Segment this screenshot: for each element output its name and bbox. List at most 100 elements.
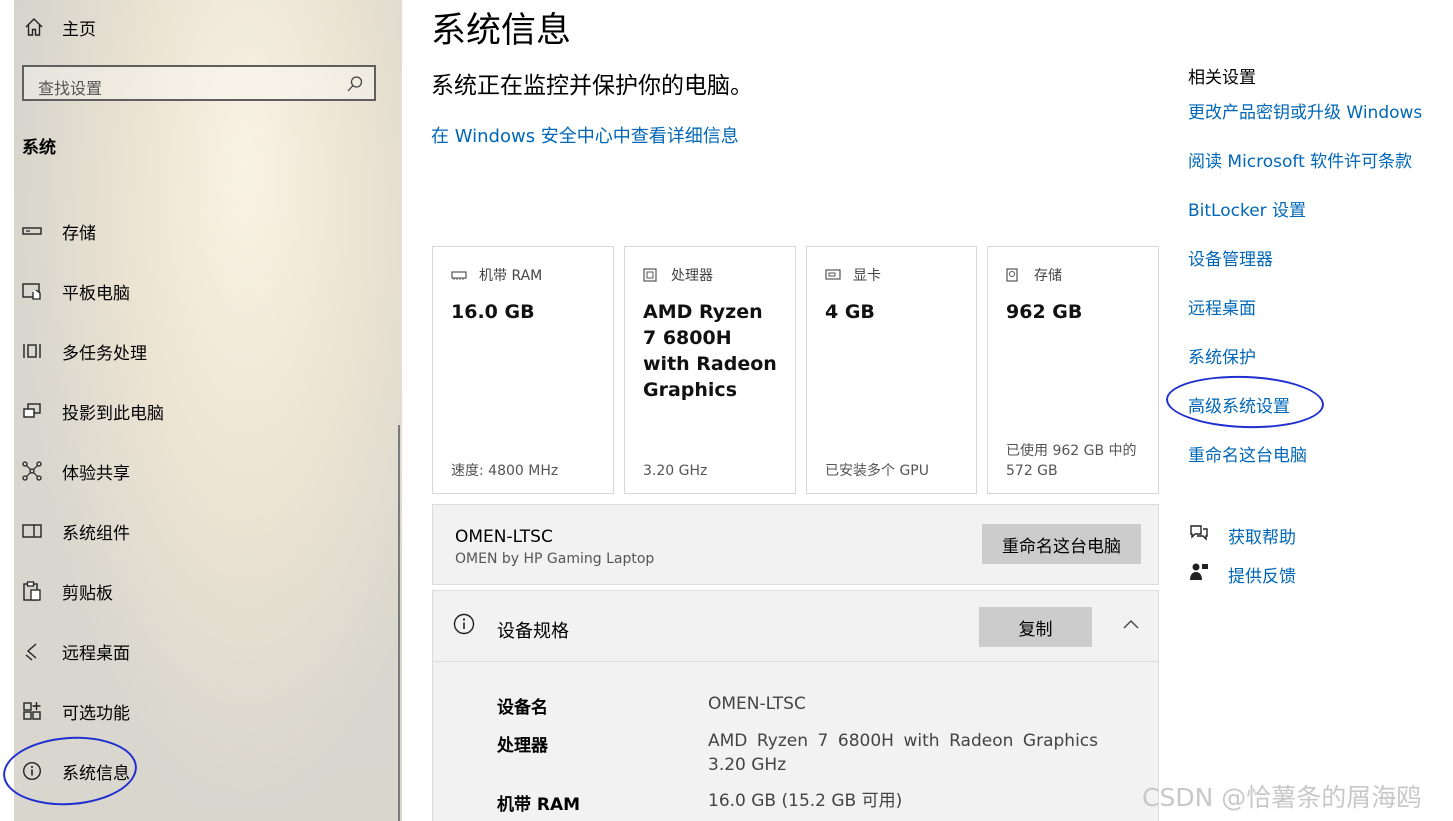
spec-value: OMEN-LTSC: [708, 694, 806, 714]
card-value: 16.0 GB: [451, 301, 535, 323]
card-label: 处理器: [671, 268, 713, 284]
card-header: 显卡: [825, 265, 881, 285]
device-model: OMEN by HP Gaming Laptop: [455, 551, 655, 567]
sidebar-item-about[interactable]: 系统信息: [20, 755, 380, 787]
card-value: 962 GB: [1006, 301, 1083, 323]
processor-card: 处理器 AMD Ryzen 7 6800H with Radeon Graphi…: [624, 246, 796, 494]
storage-card: 存储 962 GB 已使用 962 GB 中的 572 GB: [987, 246, 1159, 494]
chevron-up-icon[interactable]: [1122, 615, 1140, 634]
device-name-panel: OMEN-LTSC OMEN by HP Gaming Laptop 重命名这台…: [432, 504, 1159, 585]
sidebar-item-label: 远程桌面: [62, 643, 130, 664]
card-footer: 已安装多个 GPU: [825, 463, 929, 479]
sidebar-item-multitasking[interactable]: 多任务处理: [20, 335, 380, 367]
card-label: 存储: [1034, 268, 1062, 284]
card-label: 机带 RAM: [479, 268, 543, 284]
gpu-icon: [825, 269, 843, 281]
spec-key: 处理器: [497, 736, 548, 756]
sidebar-item-label: 系统组件: [62, 523, 130, 544]
ram-icon: [451, 269, 469, 281]
card-header: 处理器: [643, 265, 713, 285]
bitlocker-link[interactable]: BitLocker 设置: [1188, 196, 1306, 221]
card-header: 机带 RAM: [451, 265, 542, 285]
clipboard-icon: [20, 579, 44, 603]
device-specs-title: 设备规格: [497, 621, 569, 642]
nav-home[interactable]: 主页: [22, 12, 96, 42]
card-label: 显卡: [853, 268, 881, 284]
sidebar-item-label: 可选功能: [62, 703, 130, 724]
spec-value: 16.0 GB (15.2 GB 可用): [708, 791, 903, 811]
feedback-label: 提供反馈: [1228, 567, 1296, 587]
remote-desktop-icon: [20, 639, 44, 663]
optional-features-icon: [20, 699, 44, 723]
home-icon: [22, 17, 46, 37]
rename-pc-link[interactable]: 重命名这台电脑: [1188, 441, 1307, 466]
device-specs-header[interactable]: 设备规格 复制: [433, 591, 1158, 662]
device-manager-link[interactable]: 设备管理器: [1188, 245, 1273, 270]
project-icon: [20, 399, 44, 423]
nav-home-label: 主页: [62, 19, 96, 40]
rename-pc-button[interactable]: 重命名这台电脑: [982, 524, 1141, 564]
info-icon: [20, 759, 44, 783]
sidebar-item-label: 系统信息: [62, 763, 130, 784]
sidebar-item-label: 存储: [62, 223, 96, 244]
related-settings-title: 相关设置: [1188, 68, 1256, 88]
sidebar-item-storage[interactable]: 存储: [20, 215, 380, 247]
sidebar-item-tablet[interactable]: 平板电脑: [20, 275, 380, 307]
status-text: 系统正在监控并保护你的电脑。: [431, 73, 753, 99]
help-chat-icon: [1188, 522, 1212, 549]
sidebar-item-remote-desktop[interactable]: 远程桌面: [20, 635, 380, 667]
multitasking-icon: [20, 339, 44, 363]
spec-key: 设备名: [497, 698, 548, 718]
get-help-link[interactable]: 获取帮助: [1188, 522, 1296, 549]
page-title: 系统信息: [431, 11, 572, 51]
sidebar-scrollbar[interactable]: [398, 425, 400, 821]
sidebar-item-label: 体验共享: [62, 463, 130, 484]
watermark: CSDN @恰薯条的屑海鸥: [1142, 783, 1422, 812]
change-product-key-link[interactable]: 更改产品密钥或升级 Windows: [1188, 98, 1422, 123]
settings-sidebar: 主页 查找设置 系统 存储 平板电脑 多任务处理 投影到此电脑 体验共享 系统组…: [14, 0, 402, 821]
get-help-label: 获取帮助: [1228, 528, 1296, 548]
search-icon[interactable]: [346, 75, 364, 97]
sidebar-item-label: 平板电脑: [62, 283, 130, 304]
gpu-card: 显卡 4 GB 已安装多个 GPU: [806, 246, 977, 494]
feedback-link[interactable]: 提供反馈: [1188, 561, 1296, 588]
sidebar-item-components[interactable]: 系统组件: [20, 515, 380, 547]
device-specs-panel: 设备规格 复制 设备名 OMEN-LTSC 处理器 AMD Ryzen 7 68…: [432, 590, 1159, 821]
sidebar-item-optional-features[interactable]: 可选功能: [20, 695, 380, 727]
advanced-system-settings-link[interactable]: 高级系统设置: [1188, 392, 1290, 417]
sidebar-item-label: 剪贴板: [62, 583, 113, 604]
feedback-icon: [1188, 561, 1212, 588]
spec-value: AMD Ryzen 7 6800H with Radeon Graphics 3…: [708, 731, 1098, 775]
card-value: 4 GB: [825, 301, 875, 323]
processor-icon: [643, 268, 661, 282]
ram-card: 机带 RAM 16.0 GB 速度: 4800 MHz: [432, 246, 614, 494]
copy-button[interactable]: 复制: [979, 607, 1092, 647]
system-protection-link[interactable]: 系统保护: [1188, 343, 1256, 368]
info-icon: [453, 613, 475, 639]
drive-icon: [1006, 268, 1024, 282]
sidebar-item-shared-experiences[interactable]: 体验共享: [20, 455, 380, 487]
search-input[interactable]: 查找设置: [22, 65, 376, 101]
sidebar-item-label: 投影到此电脑: [62, 403, 164, 424]
storage-icon: [20, 219, 44, 243]
card-footer: 已使用 962 GB 中的 572 GB: [1006, 443, 1137, 479]
spec-key: 机带 RAM: [497, 795, 581, 815]
sidebar-item-clipboard[interactable]: 剪贴板: [20, 575, 380, 607]
components-icon: [20, 519, 44, 543]
card-footer: 速度: 4800 MHz: [451, 463, 559, 479]
sidebar-item-label: 多任务处理: [62, 343, 147, 364]
remote-desktop-link[interactable]: 远程桌面: [1188, 294, 1256, 319]
sidebar-item-projecting[interactable]: 投影到此电脑: [20, 395, 380, 427]
section-title: 系统: [22, 138, 56, 158]
device-name: OMEN-LTSC: [455, 527, 553, 547]
search-placeholder: 查找设置: [38, 79, 103, 98]
security-center-link[interactable]: 在 Windows 安全中心中查看详细信息: [431, 122, 739, 148]
card-value: AMD Ryzen 7 6800H with Radeon Graphics: [643, 301, 777, 401]
share-icon: [20, 459, 44, 483]
main-content: 系统信息 系统正在监控并保护你的电脑。 在 Windows 安全中心中查看详细信…: [402, 0, 1453, 821]
card-footer: 3.20 GHz: [643, 463, 708, 479]
license-terms-link[interactable]: 阅读 Microsoft 软件许可条款: [1188, 147, 1412, 172]
window-edge: [0, 0, 14, 821]
tablet-icon: [20, 279, 44, 303]
card-header: 存储: [1006, 265, 1062, 285]
